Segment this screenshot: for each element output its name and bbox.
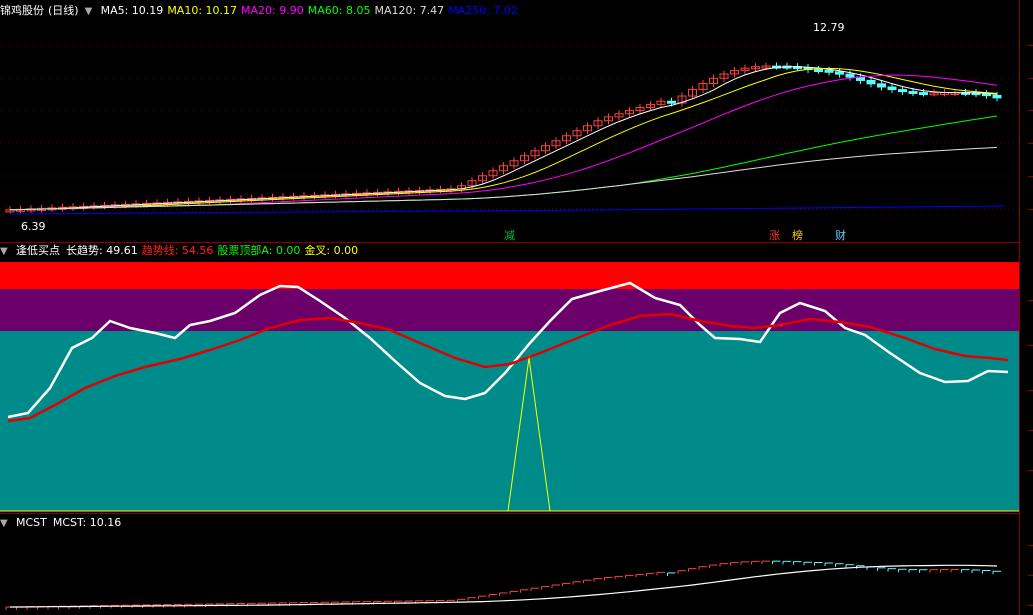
- marker-jian[interactable]: 减: [503, 227, 516, 243]
- mcst-panel[interactable]: ▼ MCST MCST: 10.16: [0, 514, 1020, 615]
- mcst-chart[interactable]: [0, 514, 1020, 615]
- candle-body: [835, 71, 844, 75]
- candle-body: [814, 69, 823, 73]
- candle-body: [824, 69, 834, 73]
- price-panel[interactable]: 锦鸡股份 (日线) ▼ MA5: 10.19 MA10: 10.17 MA20: 9.90…: [0, 0, 1020, 243]
- ma250-line: [9, 205, 1006, 215]
- ma20-line: [9, 74, 998, 211]
- candle-body: [887, 86, 897, 91]
- right-axis: [1019, 0, 1033, 615]
- candle-body: [898, 89, 907, 93]
- indicator-chart[interactable]: **: [0, 243, 1020, 513]
- marker-zhang[interactable]: 涨: [768, 227, 781, 243]
- candle-body: [877, 83, 886, 88]
- candle-body: [845, 73, 855, 78]
- candle-body: [866, 79, 876, 85]
- ma120-line: [9, 146, 998, 211]
- cross-marker-icon: *: [527, 353, 532, 364]
- candle-body: [667, 100, 676, 104]
- cross-marker-icon: *: [779, 322, 784, 333]
- candle-body: [992, 94, 1002, 99]
- marker-bang[interactable]: 榜: [791, 227, 804, 243]
- indicator-panel[interactable]: ▼ 逢低买点 长趋势: 49.61 趋势线: 54.56 股票顶部A: 0.00 金叉: …: [0, 243, 1020, 513]
- candle-body: [908, 90, 918, 94]
- zone-top-red: [0, 262, 1020, 289]
- marker-cai[interactable]: 财: [834, 227, 847, 243]
- candlestick-chart[interactable]: [0, 0, 1020, 243]
- high-price-label: 12.79: [813, 21, 845, 34]
- candle-body: [919, 92, 928, 96]
- mcst-line: [10, 564, 998, 608]
- zone-purple: [0, 289, 1020, 331]
- low-price-label: 6.39: [21, 220, 46, 233]
- zone-teal: [0, 331, 1020, 511]
